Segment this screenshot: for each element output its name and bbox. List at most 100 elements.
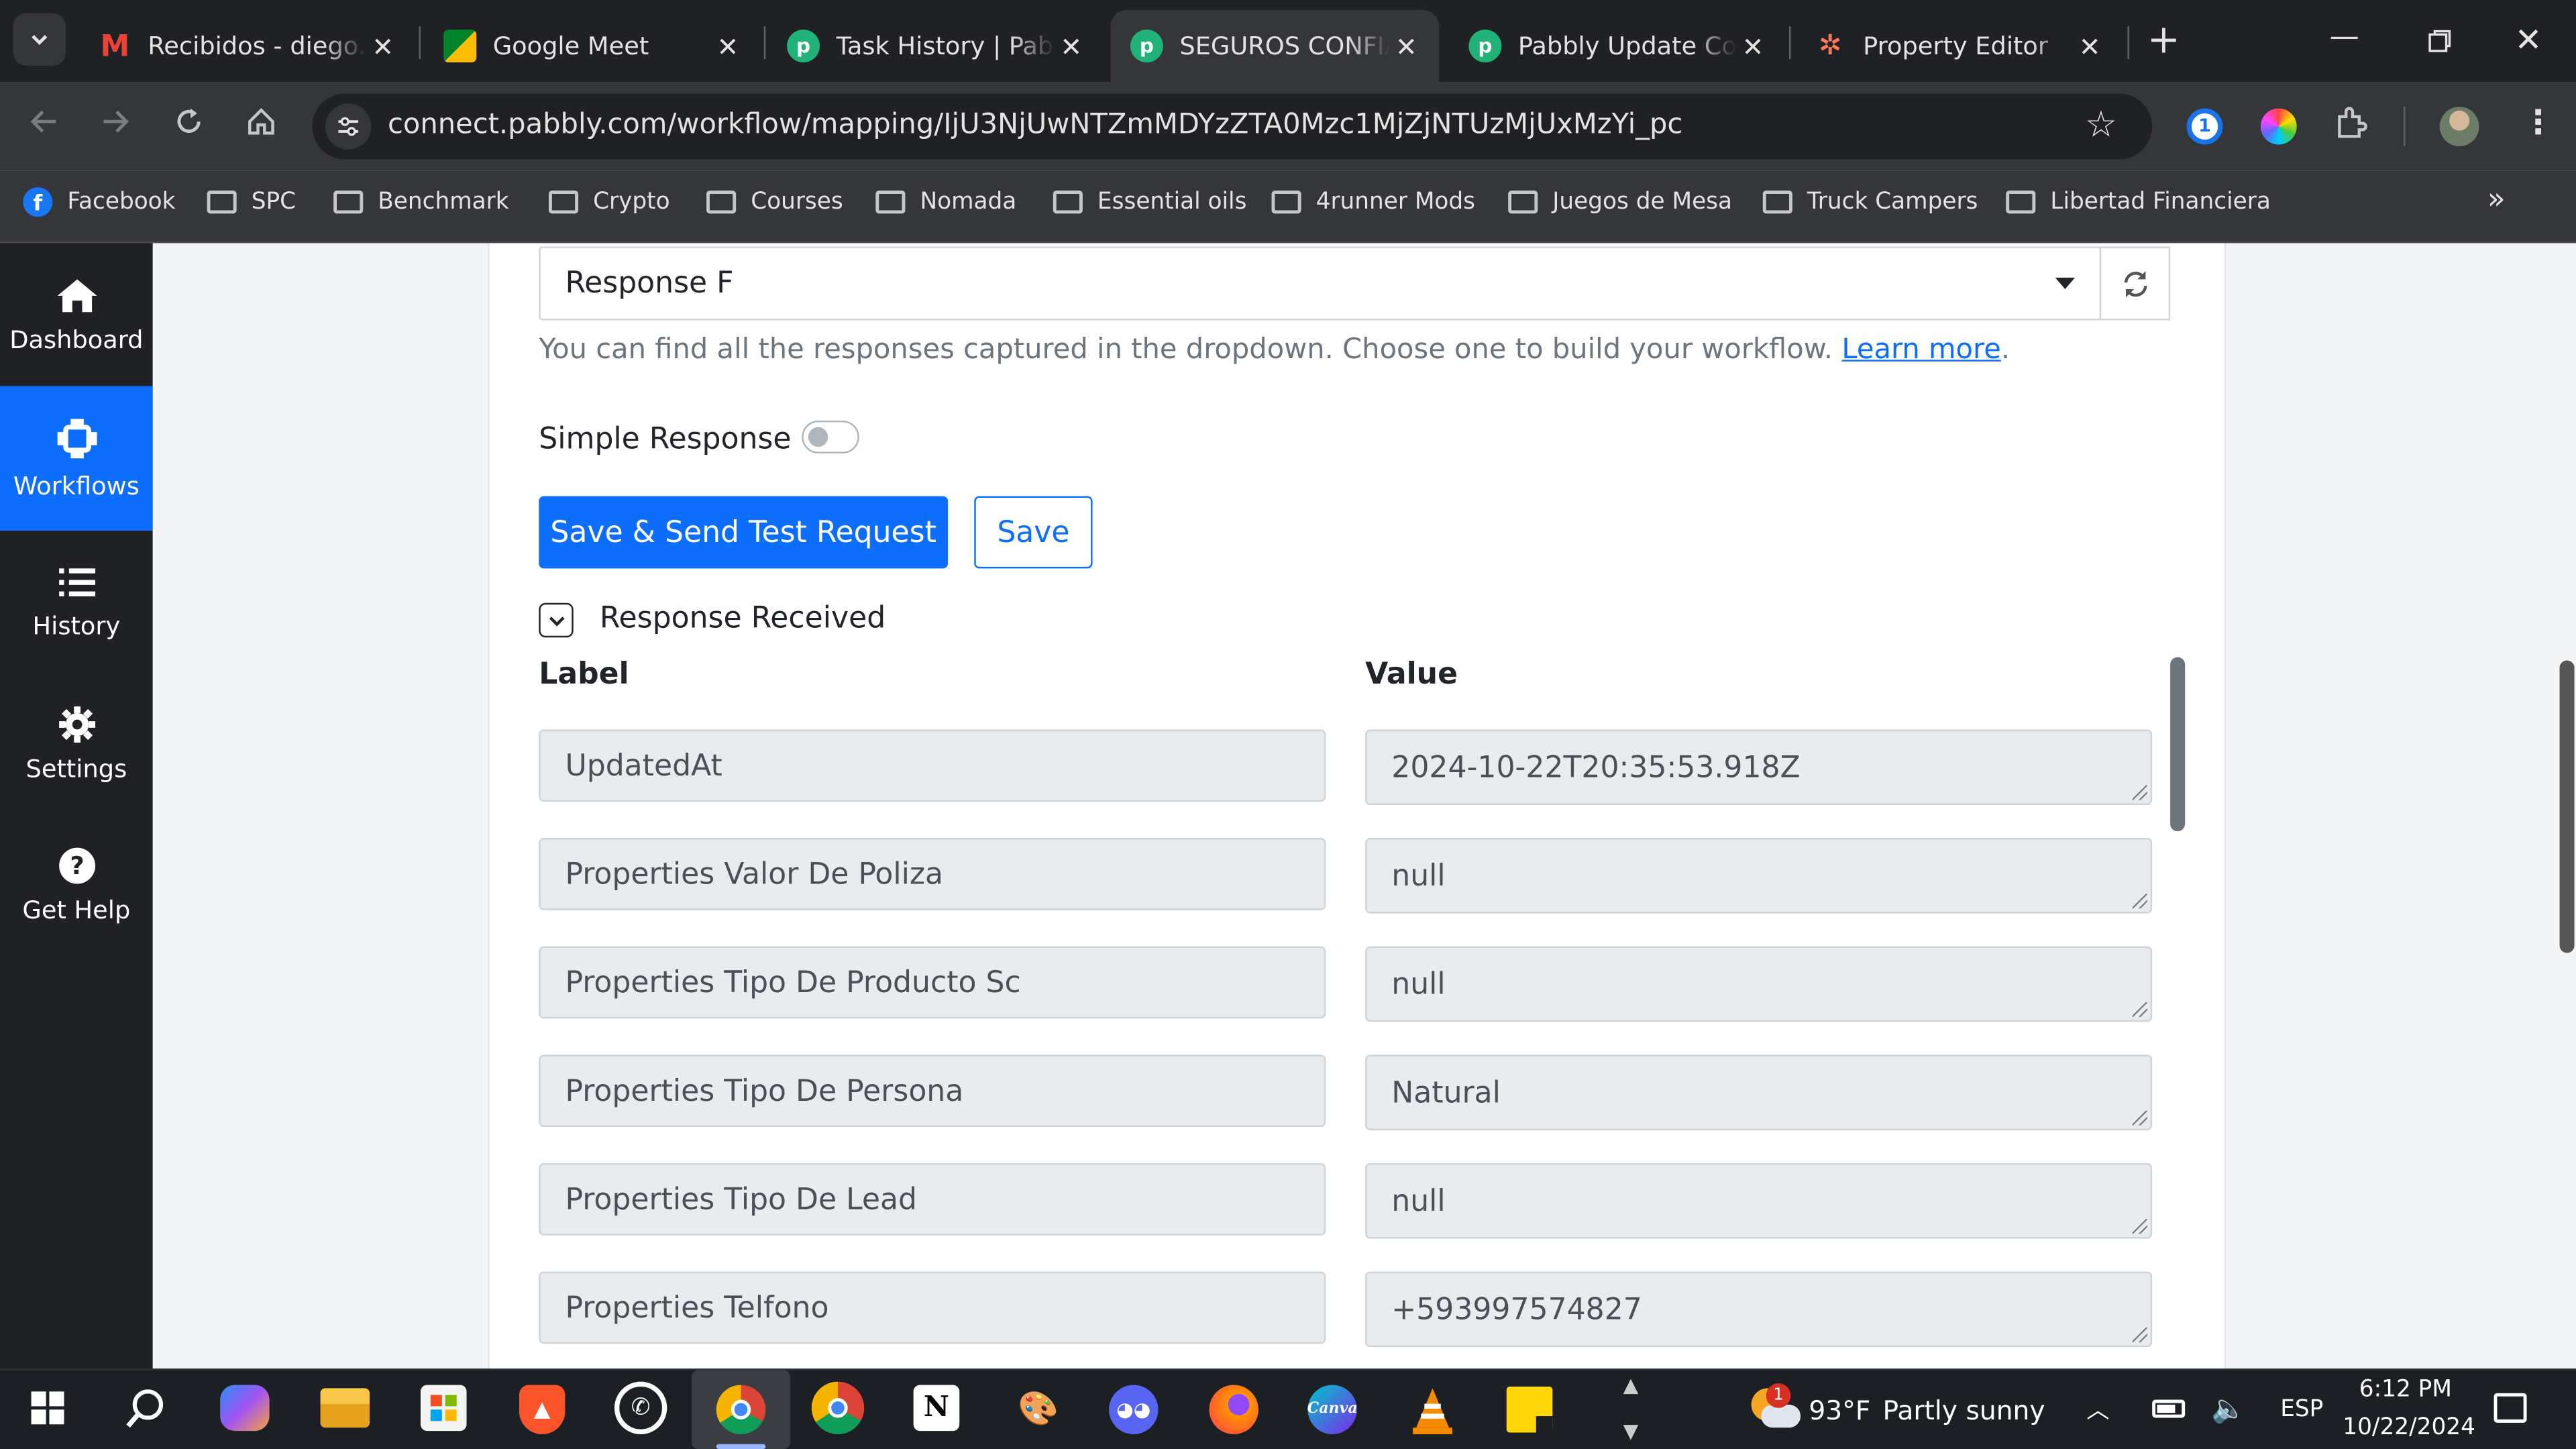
- close-icon[interactable]: ✕: [366, 30, 399, 62]
- bookmark-folder[interactable]: Essential oils: [1053, 184, 1246, 220]
- resize-handle-icon[interactable]: [2132, 1002, 2147, 1017]
- sidebar-item-get-help[interactable]: ? Get Help: [0, 813, 153, 958]
- tab-search-button[interactable]: [13, 13, 66, 66]
- close-window-button[interactable]: ✕: [2504, 19, 2553, 59]
- menu-icon[interactable]: ⋮: [2522, 102, 2555, 142]
- home-icon: [56, 279, 97, 313]
- row-label-field[interactable]: Properties Valor De Poliza: [539, 837, 1326, 910]
- tab-gmail[interactable]: M Recibidos - diego.f ✕: [79, 10, 416, 83]
- copilot-icon[interactable]: [220, 1385, 270, 1432]
- password-manager-icon[interactable]: 1: [2186, 108, 2223, 145]
- page-scrollbar[interactable]: [2559, 660, 2575, 953]
- bookmark-folder[interactable]: Crypto: [548, 184, 670, 220]
- restore-button[interactable]: [2415, 23, 2464, 59]
- new-tab-button[interactable]: +: [2141, 16, 2187, 62]
- refresh-responses-button[interactable]: [2099, 246, 2171, 321]
- resize-handle-icon[interactable]: [2132, 894, 2147, 909]
- resize-handle-icon[interactable]: [2132, 1327, 2147, 1342]
- mapping-scrollbar[interactable]: [2170, 657, 2186, 832]
- battery-icon[interactable]: [2152, 1399, 2186, 1418]
- row-label-field[interactable]: Properties Telfono: [539, 1271, 1326, 1344]
- row-value-field[interactable]: Natural: [1365, 1055, 2153, 1130]
- tab-pabbly-update[interactable]: p Pabbly Update Contact ✕: [1449, 10, 1786, 83]
- bookmark-folder[interactable]: 4runner Mods: [1271, 184, 1475, 220]
- clock-time[interactable]: 6:12 PM: [2359, 1377, 2452, 1403]
- url-text[interactable]: connect.pabbly.com/workflow/mapping/IjU3…: [388, 109, 1682, 142]
- save-send-test-request-button[interactable]: Save & Send Test Request: [539, 496, 949, 569]
- row-value-field[interactable]: null: [1365, 1163, 2153, 1239]
- extensions-icon[interactable]: [2333, 105, 2369, 150]
- bookmark-folder[interactable]: Benchmark: [333, 184, 509, 220]
- chrome-icon[interactable]: [692, 1370, 790, 1449]
- sticky-notes-icon[interactable]: [1506, 1386, 1553, 1433]
- bookmark-star-icon[interactable]: ☆: [2085, 105, 2117, 146]
- sidebar-item-history[interactable]: History: [0, 531, 153, 676]
- response-select[interactable]: Response F: [539, 246, 2102, 321]
- sidebar-item-dashboard[interactable]: Dashboard: [0, 243, 153, 388]
- canva-icon[interactable]: Canva: [1307, 1385, 1358, 1434]
- bookmark-folder[interactable]: SPC: [207, 184, 296, 220]
- close-icon[interactable]: ✕: [711, 30, 744, 62]
- taskbar-scroll-down-icon[interactable]: ▼: [1623, 1419, 1639, 1442]
- reload-button[interactable]: [164, 105, 213, 146]
- whatsapp-icon[interactable]: ✆: [614, 1381, 667, 1434]
- site-info-icon[interactable]: [325, 103, 372, 150]
- close-icon[interactable]: ✕: [1737, 30, 1770, 62]
- volume-icon[interactable]: 🔈: [2211, 1393, 2246, 1426]
- row-label-field[interactable]: UpdatedAt: [539, 729, 1326, 802]
- row-label-field[interactable]: Properties Tipo De Lead: [539, 1163, 1326, 1236]
- row-value-text: Natural: [1391, 1075, 1501, 1110]
- paint-icon[interactable]: 🎨: [1012, 1382, 1065, 1434]
- tab-task-history[interactable]: p Task History | Pabbly ✕: [767, 10, 1104, 83]
- clock-date[interactable]: 10/22/2024: [2343, 1415, 2475, 1441]
- windows-start-icon[interactable]: [21, 1382, 74, 1434]
- search-icon[interactable]: [120, 1382, 172, 1434]
- notion-icon[interactable]: N: [913, 1385, 960, 1432]
- file-explorer-icon[interactable]: [320, 1388, 370, 1428]
- close-icon[interactable]: ✕: [1390, 30, 1423, 62]
- bookmark-folder[interactable]: Courses: [706, 184, 843, 220]
- microsoft-store-icon[interactable]: [420, 1385, 467, 1432]
- resize-handle-icon[interactable]: [2132, 785, 2147, 800]
- vlc-icon[interactable]: [1406, 1383, 1458, 1436]
- row-label-field[interactable]: Properties Tipo De Producto Sc: [539, 946, 1326, 1019]
- brave-icon[interactable]: ▲: [519, 1385, 566, 1434]
- chevron-up-icon[interactable]: ︿: [2086, 1393, 2109, 1426]
- tab-property-editor[interactable]: ✲ Property Editor ✕: [1794, 10, 2123, 83]
- profile-avatar[interactable]: [2439, 107, 2479, 146]
- row-value-field[interactable]: +593997574827: [1365, 1271, 2153, 1348]
- simple-response-toggle[interactable]: [802, 420, 859, 453]
- tab-seguros-confianza[interactable]: p SEGUROS CONFIANZA ✕: [1110, 9, 1440, 83]
- bookmark-folder[interactable]: Truck Campers: [1762, 184, 1978, 220]
- color-extension-icon[interactable]: [2260, 108, 2297, 145]
- language-indicator[interactable]: ESP: [2280, 1397, 2323, 1423]
- close-icon[interactable]: ✕: [2074, 30, 2106, 62]
- bookmarks-overflow-icon[interactable]: »: [2487, 182, 2506, 217]
- taskbar-scroll-up-icon[interactable]: ▲: [1623, 1373, 1639, 1396]
- resize-handle-icon[interactable]: [2132, 1110, 2147, 1126]
- chrome-profile-icon[interactable]: [811, 1381, 865, 1434]
- bookmark-folder[interactable]: Juegos de Mesa: [1508, 184, 1732, 220]
- discord-icon[interactable]: ◕◕: [1109, 1385, 1159, 1434]
- firefox-icon[interactable]: [1209, 1385, 1258, 1434]
- save-button[interactable]: Save: [974, 496, 1093, 569]
- row-value-field[interactable]: 2024-10-22T20:35:53.918Z: [1365, 729, 2153, 806]
- tab-google-meet[interactable]: Google Meet ✕: [424, 10, 761, 83]
- learn-more-link[interactable]: Learn more: [1841, 333, 2000, 366]
- notifications-icon[interactable]: [2493, 1393, 2527, 1423]
- row-value-field[interactable]: null: [1365, 946, 2153, 1022]
- collapse-toggle[interactable]: [539, 602, 574, 638]
- forward-button[interactable]: [91, 105, 140, 146]
- resize-handle-icon[interactable]: [2132, 1219, 2147, 1234]
- back-button[interactable]: [19, 105, 68, 146]
- bookmark-folder[interactable]: Libertad Financiera: [2006, 184, 2271, 220]
- bookmark-folder[interactable]: Nomada: [875, 184, 1016, 220]
- close-icon[interactable]: ✕: [1055, 30, 1087, 62]
- sidebar-item-settings[interactable]: Settings: [0, 672, 153, 817]
- sidebar-item-workflows[interactable]: Workflows: [0, 386, 153, 531]
- home-button[interactable]: [237, 105, 286, 146]
- row-label-field[interactable]: Properties Tipo De Persona: [539, 1055, 1326, 1128]
- row-value-field[interactable]: null: [1365, 837, 2153, 914]
- minimize-button[interactable]: —: [2320, 19, 2369, 59]
- bookmark-facebook[interactable]: f Facebook: [23, 184, 176, 220]
